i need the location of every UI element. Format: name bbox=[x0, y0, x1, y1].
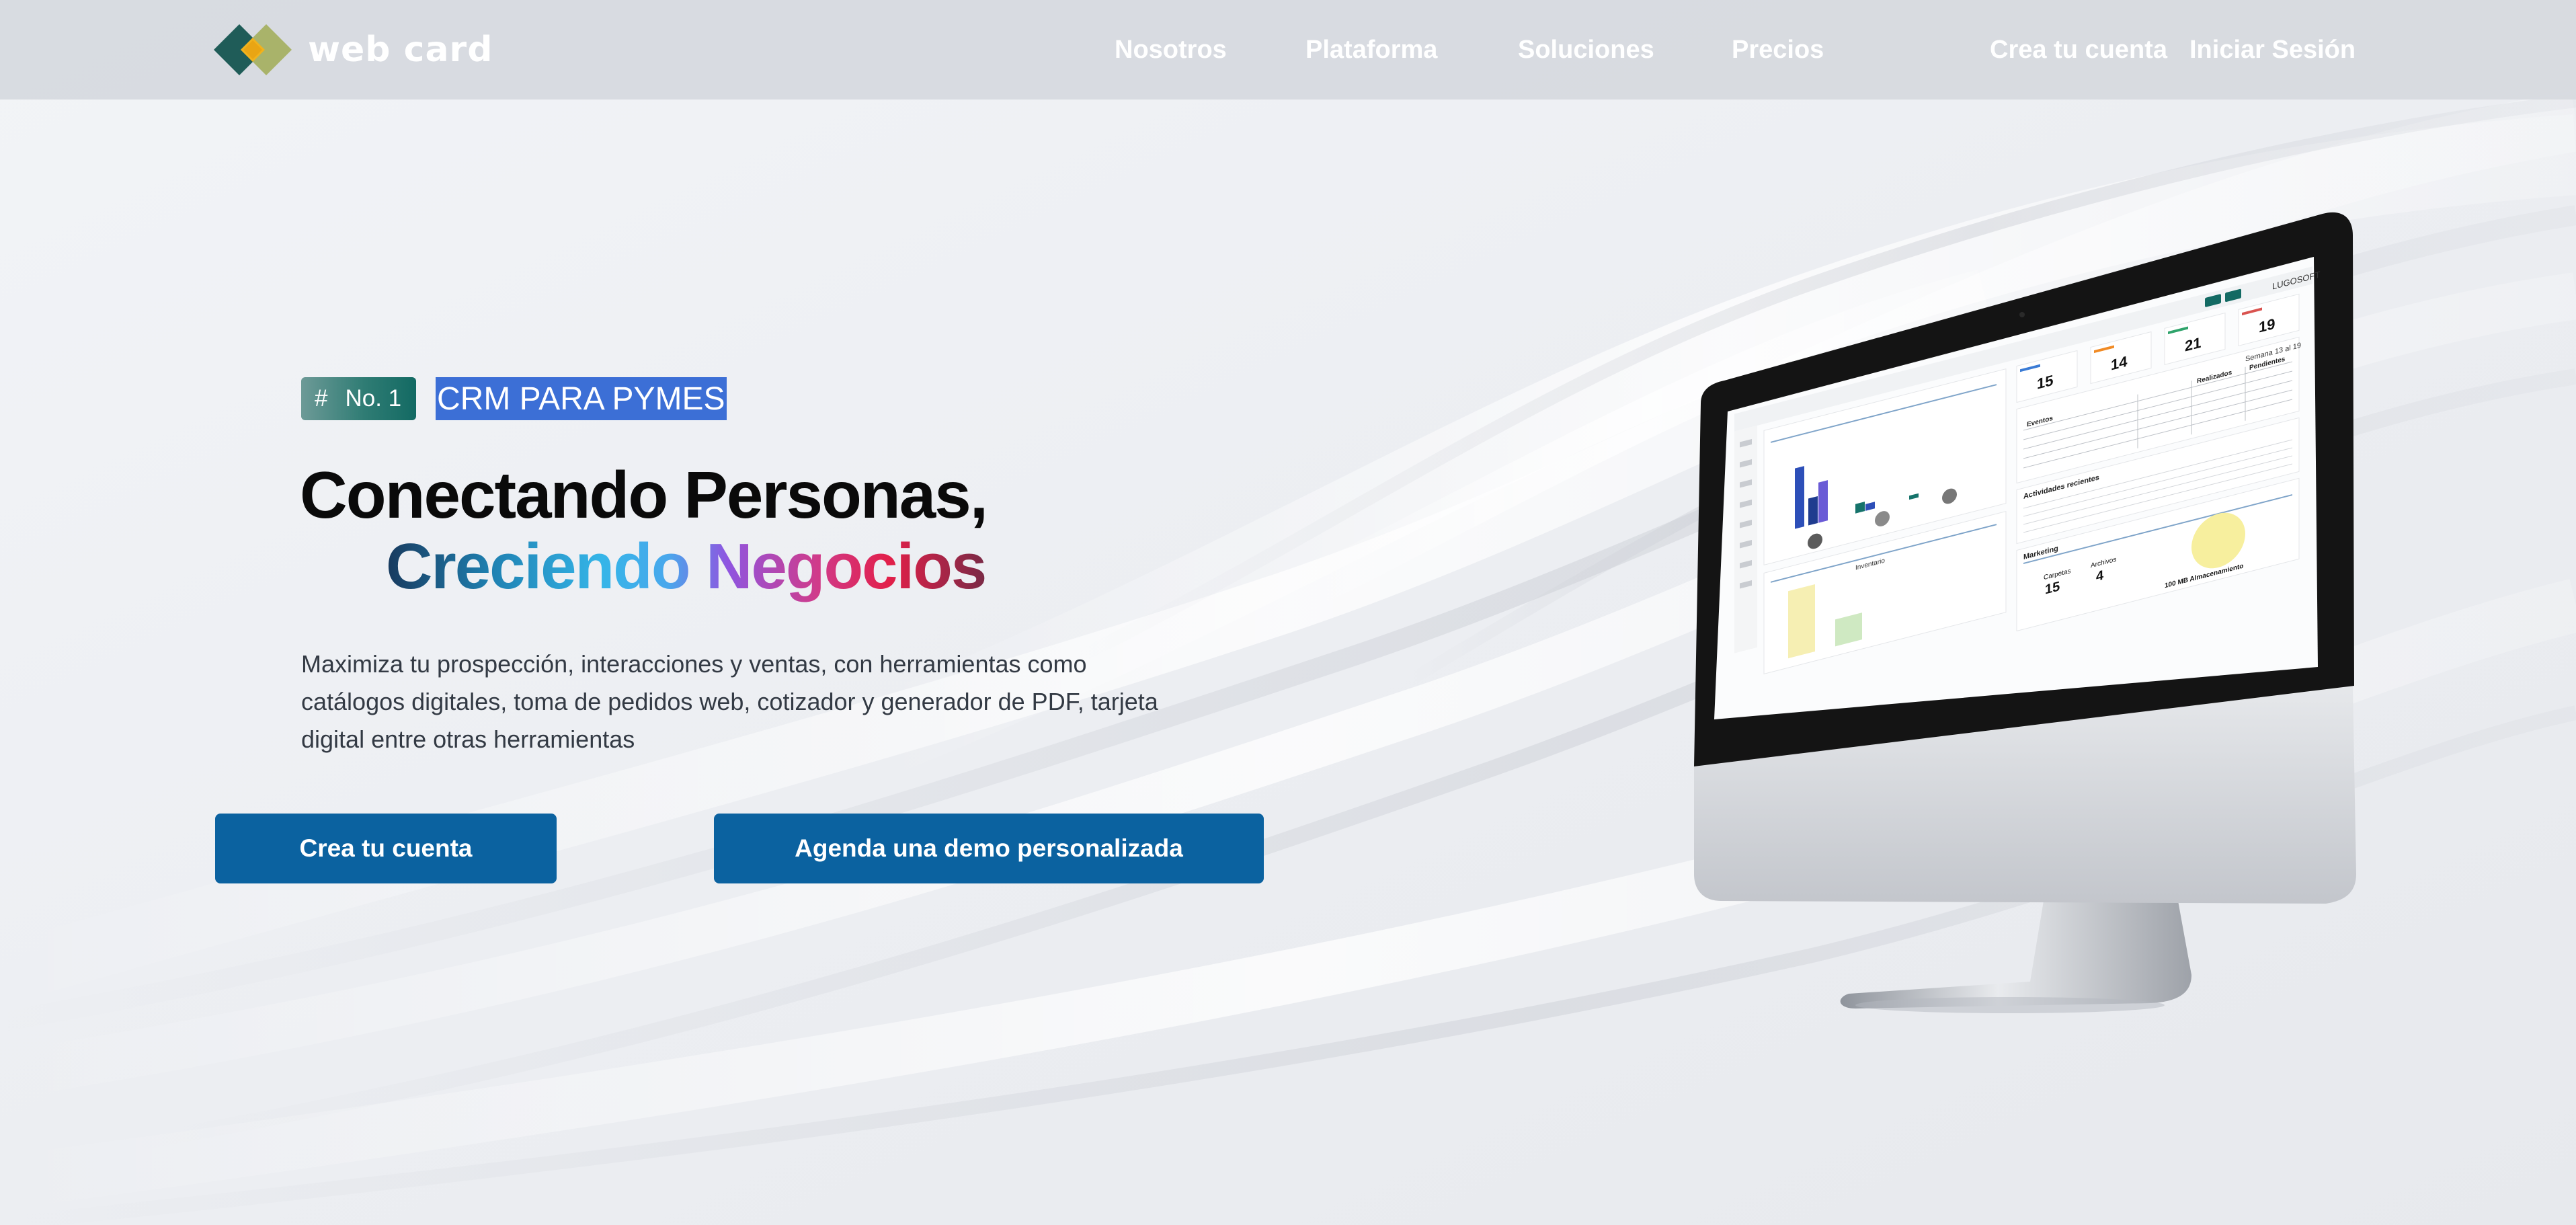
hero-headline-line2: Creciendo Negocios bbox=[386, 530, 987, 602]
nav-link-plataforma[interactable]: Plataforma bbox=[1305, 0, 1437, 100]
dashboard-archivos-value: 4 bbox=[2096, 568, 2104, 585]
hash-icon: # bbox=[315, 385, 328, 411]
nav-link-soluciones[interactable]: Soluciones bbox=[1518, 0, 1654, 100]
hero-description: Maximiza tu prospección, interacciones y… bbox=[301, 650, 1158, 753]
hero-headline-line1: Conectando Personas, bbox=[300, 458, 988, 532]
schedule-demo-button[interactable]: Agenda una demo personalizada bbox=[714, 814, 1264, 883]
crm-tagline: CRM PARA PYMES bbox=[436, 377, 727, 420]
brand-logo-link[interactable]: web card bbox=[214, 24, 493, 75]
top-navbar: web card Nosotros Plataforma Soluciones … bbox=[0, 0, 2576, 100]
webcard-logo-icon bbox=[214, 24, 292, 75]
brand-name: web card bbox=[308, 30, 493, 70]
nav-link-precios[interactable]: Precios bbox=[1732, 0, 1824, 100]
monitor-dashboard-illustration: LUGOSOFT 15 14 21 19 Semana 13 al 19 Eve… bbox=[1694, 212, 2356, 1013]
create-account-button[interactable]: Crea tu cuenta bbox=[215, 814, 557, 883]
rank-badge-label: No. 1 bbox=[345, 385, 402, 411]
nav-link-nosotros[interactable]: Nosotros bbox=[1115, 0, 1227, 100]
nav-login-link[interactable]: Iniciar Sesión bbox=[2189, 0, 2356, 100]
nav-signup-link[interactable]: Crea tu cuenta bbox=[1990, 0, 2167, 100]
rank-badge: # No. 1 bbox=[301, 377, 417, 420]
